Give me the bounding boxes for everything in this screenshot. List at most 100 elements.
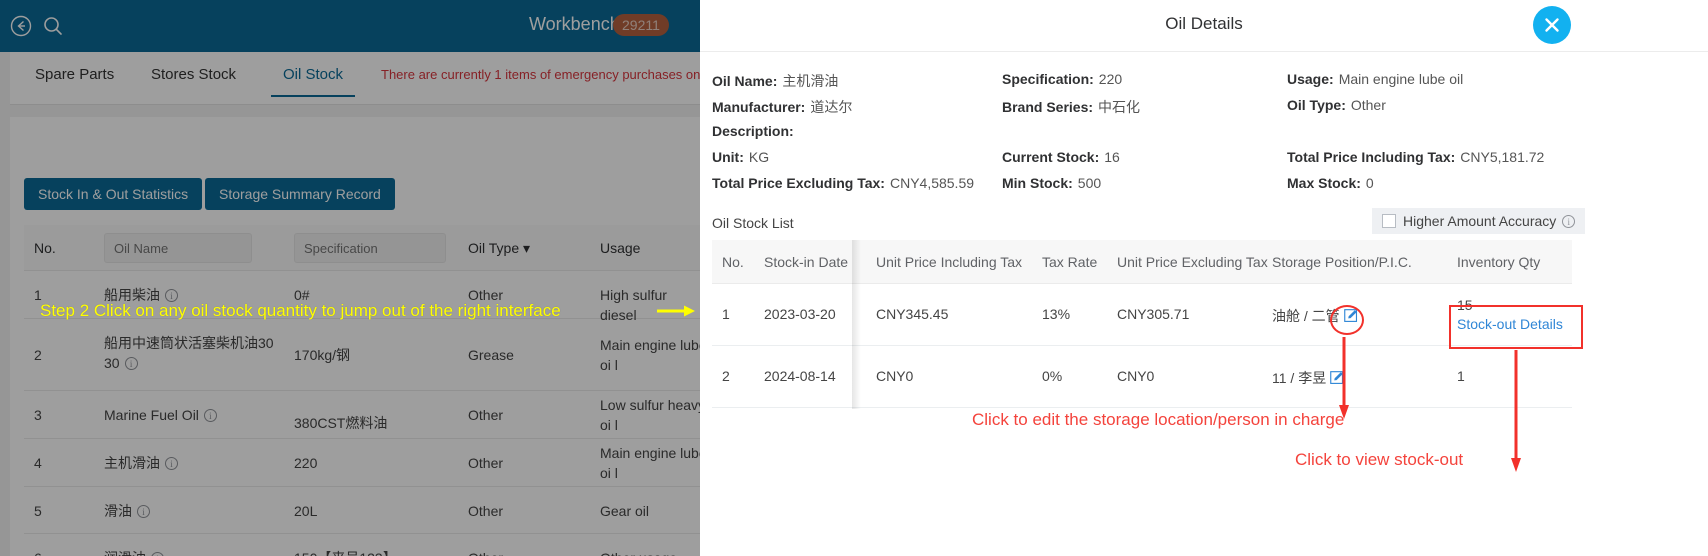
cell-oil-name: 船用中速筒状活塞柴机油30 30 i [104, 333, 280, 373]
cell-usage: Low sulfur heavy oi l [600, 397, 700, 433]
cell-unit-price-excluding-tax: CNY0 [1117, 368, 1155, 384]
specification-filter-input[interactable] [294, 233, 446, 263]
cell-oil-type: Grease [468, 347, 514, 363]
info-circle-icon[interactable]: i [137, 505, 150, 518]
higher-amount-accuracy-checkbox[interactable] [1382, 214, 1396, 228]
search-icon[interactable] [40, 13, 66, 39]
table-row[interactable]: 4 主机滑油 i 220 Other Main engine lube oi l [24, 439, 700, 487]
cell-no: 3 [34, 407, 42, 423]
info-circle-icon[interactable]: i [165, 457, 178, 470]
info-label: Brand Series: [1002, 99, 1094, 115]
col-stock-in-date: Stock-in Date [764, 254, 849, 270]
storage-position-text: 11 / 李昱 [1272, 370, 1327, 386]
annotation-step2: Step 2 Click on any oil stock quantity t… [40, 301, 561, 320]
stock-in-out-statistics-button[interactable]: Stock In & Out Statistics [24, 178, 203, 210]
higher-amount-accuracy-label: Higher Amount Accuracy [1403, 213, 1557, 229]
info-label: Manufacturer: [712, 99, 806, 115]
cell-no: 2 [722, 368, 730, 384]
info-value: Other [1350, 97, 1386, 113]
cell-unit-price-including-tax: CNY0 [876, 368, 914, 384]
info-unit: Unit: KG [712, 149, 769, 165]
info-value: Main engine lube oil [1338, 71, 1464, 87]
cell-no: 4 [34, 455, 42, 471]
info-label: Current Stock: [1002, 149, 1100, 165]
cell-usage: Main engine lube oi l [600, 445, 700, 481]
cell-oil-name: 润滑油 i [104, 548, 164, 556]
info-current-stock: Current Stock: 16 [1002, 149, 1120, 165]
cell-specification: 170kg/钢 [294, 347, 351, 363]
annotation-step2-arrow-icon [657, 303, 697, 319]
annotation-arrow-stock-out [1510, 350, 1522, 479]
info-value: 500 [1077, 175, 1102, 191]
info-value: 中石化 [1098, 99, 1141, 115]
cell-no: 2 [34, 347, 42, 363]
cell-specification: 150【来号123】 [294, 548, 397, 556]
info-circle-icon[interactable]: i [1562, 214, 1576, 228]
annotation-edit-storage: Click to edit the storage location/perso… [972, 410, 1345, 429]
col-oil-type[interactable]: Oil Type ▾ [468, 240, 530, 257]
info-manufacturer: Manufacturer: 道达尔 [712, 97, 852, 117]
info-label: Unit: [712, 149, 744, 165]
info-value: 16 [1104, 149, 1120, 165]
drawer-header: Oil Details [700, 0, 1708, 52]
tab-oil-stock[interactable]: Oil Stock [270, 66, 356, 97]
oil-name-text: 滑油 [104, 503, 132, 519]
storage-summary-record-button[interactable]: Storage Summary Record [205, 178, 395, 210]
tab-stores-stock[interactable]: Stores Stock [151, 66, 236, 83]
info-label: Oil Name: [712, 73, 778, 89]
cell-specification: 380CST燃料油 [294, 415, 388, 431]
col-oil-type-label: Oil Type [468, 240, 520, 256]
info-description: Description: [712, 123, 799, 139]
col-storage-position-pic: Storage Position/P.I.C. [1272, 254, 1412, 270]
info-total-price-excl-tax: Total Price Excluding Tax: CNY4,585.59 [712, 175, 974, 191]
oil-stock-table: No. Oil Type ▾ Usage 1 船用柴油i 0# Other Hi… [24, 225, 700, 556]
oil-stock-panel: Stock In & Out Statistics Storage Summar… [10, 117, 700, 556]
info-circle-icon[interactable]: i [151, 552, 164, 556]
cell-unit-price-including-tax: CNY345.45 [876, 306, 949, 322]
higher-amount-accuracy-toggle[interactable]: Higher Amount Accuracy i [1372, 208, 1586, 234]
stock-table-row[interactable]: 2 2024-08-14 CNY0 0% CNY0 11 / 李昱 1 [712, 346, 1572, 408]
cell-no: 6 [34, 548, 42, 556]
highlight-ellipse-edit-icon [1330, 305, 1364, 335]
info-label: Specification: [1002, 71, 1094, 87]
table-row[interactable]: 6 润滑油 i 150【来号123】 Other Other usage [24, 534, 700, 556]
cell-oil-name: 主机滑油 i [104, 453, 178, 473]
info-oil-type: Oil Type: Other [1287, 97, 1386, 113]
table-row[interactable]: 2 船用中速筒状活塞柴机油30 30 i 170kg/钢 Grease Main … [24, 319, 700, 391]
cell-oil-type: Other [468, 455, 504, 471]
info-usage: Usage: Main engine lube oil [1287, 71, 1463, 87]
info-circle-icon[interactable]: i [203, 409, 217, 422]
chevron-down-icon[interactable]: ▾ [523, 240, 530, 256]
tab-spare-parts[interactable]: Spare Parts [35, 66, 114, 83]
table-row[interactable]: 3 Marine Fuel Oil i 380CST燃料油 Other Low s… [24, 391, 700, 439]
oil-name-filter-input[interactable] [104, 233, 252, 263]
cell-usage: Other usage [600, 548, 677, 556]
col-no: No. [34, 240, 56, 256]
info-value: KG [748, 149, 770, 165]
info-label: Max Stock: [1287, 175, 1361, 191]
stock-table-row[interactable]: 1 2023-03-20 CNY345.45 13% CNY305.71 油舱 … [712, 284, 1572, 346]
table-row[interactable]: 5 滑油 i 20L Other Gear oil [24, 487, 700, 534]
oil-stock-list-label: Oil Stock List [712, 215, 794, 231]
workbench-title: Workbench [529, 14, 620, 34]
cell-tax-rate: 0% [1042, 368, 1063, 384]
cell-oil-type: Other [468, 548, 503, 556]
info-value: 220 [1098, 71, 1123, 87]
cell-oil-name: Marine Fuel Oil i [104, 405, 217, 425]
background-application: Workbench 29211 Spare Parts Stores Stock… [0, 0, 700, 556]
oil-name-text: 润滑油 [104, 550, 146, 556]
emergency-purchase-alert: There are currently 1 items of emergency… [381, 67, 700, 82]
info-label: Total Price Including Tax: [1287, 149, 1456, 165]
info-value: 0 [1365, 175, 1374, 191]
back-arrow-icon[interactable] [8, 13, 34, 39]
stock-table-header-row: No. Stock-in Date Unit Price Including T… [712, 240, 1572, 284]
info-label: Description: [712, 123, 794, 139]
close-icon[interactable] [1533, 6, 1571, 44]
annotation-view-stockout: Click to view stock-out [1295, 450, 1464, 469]
workbench-badge: 29211 [613, 14, 669, 36]
cell-oil-type: Other [468, 407, 504, 423]
info-oil-name: Oil Name: 主机滑油 [712, 71, 838, 91]
cell-no: 1 [722, 306, 730, 322]
info-label: Usage: [1287, 71, 1334, 87]
info-circle-icon[interactable]: i [124, 357, 138, 370]
